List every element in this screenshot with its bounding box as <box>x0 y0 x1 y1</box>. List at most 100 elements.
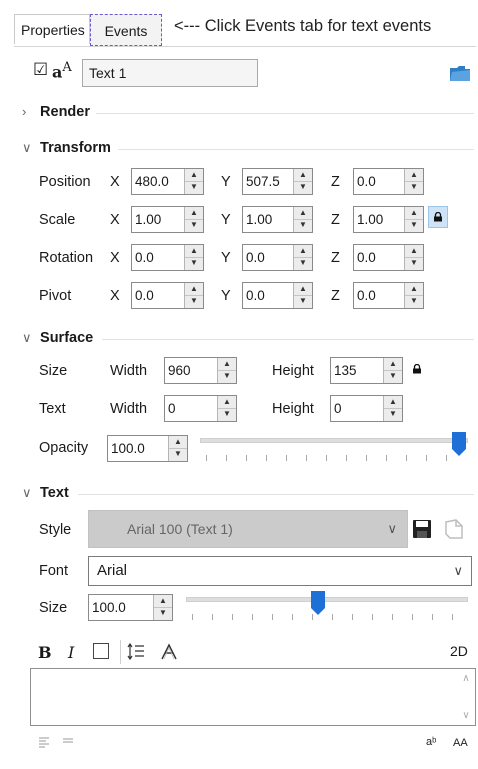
folder-icon[interactable] <box>449 64 471 82</box>
rotation-z-stepper[interactable]: 0.0 ▲ ▼ <box>353 244 424 271</box>
lock-icon <box>434 212 442 222</box>
spellcheck-icon[interactable]: aᵇ <box>426 736 436 748</box>
opacity-slider-track[interactable] <box>200 438 468 443</box>
align-left-icon[interactable] <box>38 736 50 748</box>
text-height-value: 0 <box>334 401 342 416</box>
events-hint-text: <--- Click Events tab for text events <box>174 17 432 35</box>
bold-button[interactable]: B <box>38 643 52 662</box>
rotation-x-stepper[interactable]: 0.0 ▲ ▼ <box>131 244 204 271</box>
section-surface-label: Surface <box>40 330 94 346</box>
text-outline-icon[interactable] <box>160 643 178 660</box>
text-width-stepper[interactable]: 0 ▲ ▼ <box>164 395 237 422</box>
divider <box>118 149 474 150</box>
text-size-slider-thumb[interactable] <box>311 591 326 615</box>
chevron-up-icon[interactable]: ∧ <box>457 673 475 684</box>
object-name-field[interactable]: Text 1 <box>82 59 258 87</box>
scale-y-stepper[interactable]: 1.00 ▲ ▼ <box>242 206 313 233</box>
chevron-down-icon: ∨ <box>453 563 463 578</box>
decrement-icon[interactable]: ▼ <box>294 181 312 193</box>
scale-y-value: 1.00 <box>246 212 273 227</box>
font-dropdown[interactable]: Arial ∨ <box>88 556 472 586</box>
text-size-label: Size <box>39 600 68 616</box>
decrement-icon[interactable]: ▼ <box>294 295 312 307</box>
rotation-y-stepper[interactable]: 0.0 ▲ ▼ <box>242 244 313 271</box>
decrement-icon[interactable]: ▼ <box>218 408 236 420</box>
size-lock-icon[interactable] <box>412 364 422 374</box>
axis-x-label: X <box>110 288 120 304</box>
section-surface-header[interactable]: ∨ Surface <box>22 330 93 346</box>
toolbar-divider <box>120 640 121 664</box>
axis-y-label: Y <box>221 174 231 190</box>
text-content-area[interactable]: ∧ ∨ <box>30 668 476 726</box>
decrement-icon[interactable]: ▼ <box>384 408 402 420</box>
pivot-x-stepper[interactable]: 0.0 ▲ ▼ <box>131 282 204 309</box>
pivot-y-stepper[interactable]: 0.0 ▲ ▼ <box>242 282 313 309</box>
text-size-slider-ticks <box>192 614 466 620</box>
style-dropdown[interactable]: Arial 100 (Text 1) ∨ <box>88 510 408 548</box>
decrement-icon[interactable]: ▼ <box>405 257 423 269</box>
pivot-z-stepper[interactable]: 0.0 ▲ ▼ <box>353 282 424 309</box>
text-size-stepper[interactable]: 100.0 ▲ ▼ <box>88 594 173 621</box>
position-label: Position <box>39 174 91 190</box>
decrement-icon[interactable]: ▼ <box>384 370 402 382</box>
decrement-icon[interactable]: ▼ <box>185 295 203 307</box>
opacity-slider-ticks <box>206 455 466 461</box>
position-z-value: 0.0 <box>357 174 376 189</box>
pivot-label: Pivot <box>39 288 72 304</box>
position-z-stepper[interactable]: 0.0 ▲ ▼ <box>353 168 424 195</box>
divider <box>102 339 474 340</box>
style-manager-icon[interactable] <box>443 518 465 540</box>
scale-lock-toggle[interactable] <box>428 206 448 228</box>
visible-checkbox[interactable]: ☑ <box>33 61 48 78</box>
axis-x-label: X <box>110 212 120 228</box>
axis-y-label: Y <box>221 250 231 266</box>
decrement-icon[interactable]: ▼ <box>185 257 203 269</box>
decrement-icon[interactable]: ▼ <box>294 257 312 269</box>
decrement-icon[interactable]: ▼ <box>405 181 423 193</box>
section-text-header[interactable]: ∨ Text <box>22 485 69 501</box>
chevron-down-icon: ∨ <box>387 521 397 536</box>
italic-button[interactable]: I <box>68 643 74 662</box>
opacity-stepper[interactable]: 100.0 ▲ ▼ <box>107 435 188 462</box>
scale-z-stepper[interactable]: 1.00 ▲ ▼ <box>353 206 424 233</box>
opacity-slider-thumb[interactable] <box>452 432 466 456</box>
axis-z-label: Z <box>331 212 340 228</box>
chevron-down-icon: ∨ <box>22 330 32 345</box>
text-scrollbar[interactable]: ∧ ∨ <box>457 669 475 725</box>
decrement-icon[interactable]: ▼ <box>154 607 172 619</box>
chevron-down-icon[interactable]: ∨ <box>457 710 475 721</box>
section-render-header[interactable]: › Render <box>22 104 90 120</box>
position-x-stepper[interactable]: 480.0 ▲ ▼ <box>131 168 204 195</box>
decrement-icon[interactable]: ▼ <box>218 370 236 382</box>
text-height-stepper[interactable]: 0 ▲ ▼ <box>330 395 403 422</box>
position-y-stepper[interactable]: 507.5 ▲ ▼ <box>242 168 313 195</box>
text-width-value: 0 <box>168 401 176 416</box>
line-spacing-icon[interactable] <box>127 643 145 660</box>
section-transform-header[interactable]: ∨ Transform <box>22 140 111 156</box>
opacity-label: Opacity <box>39 440 89 456</box>
decrement-icon[interactable]: ▼ <box>405 295 423 307</box>
align-justify-icon[interactable] <box>62 736 74 748</box>
decrement-icon[interactable]: ▼ <box>185 181 203 193</box>
antialias-toggle[interactable]: AA <box>453 737 468 749</box>
size-height-stepper[interactable]: 135 ▲ ▼ <box>330 357 403 384</box>
tab-events[interactable]: Events <box>90 14 162 46</box>
axis-x-label: X <box>110 250 120 266</box>
scale-x-stepper[interactable]: 1.00 ▲ ▼ <box>131 206 204 233</box>
text-color-swatch[interactable] <box>93 643 109 659</box>
decrement-icon[interactable]: ▼ <box>185 219 203 231</box>
axis-y-label: Y <box>221 212 231 228</box>
save-style-icon[interactable] <box>412 519 432 539</box>
decrement-icon[interactable]: ▼ <box>169 448 187 460</box>
decrement-icon[interactable]: ▼ <box>405 219 423 231</box>
mode-2d-toggle[interactable]: 2D <box>450 643 468 659</box>
font-value: Arial <box>97 562 128 579</box>
size-width-stepper[interactable]: 960 ▲ ▼ <box>164 357 237 384</box>
tab-properties[interactable]: Properties <box>14 14 90 44</box>
chevron-down-icon: ∨ <box>22 485 32 500</box>
text-size-slider-track[interactable] <box>186 597 468 602</box>
tab-divider <box>14 46 476 47</box>
pivot-z-value: 0.0 <box>357 288 376 303</box>
decrement-icon[interactable]: ▼ <box>294 219 312 231</box>
size-height-value: 135 <box>334 363 357 378</box>
